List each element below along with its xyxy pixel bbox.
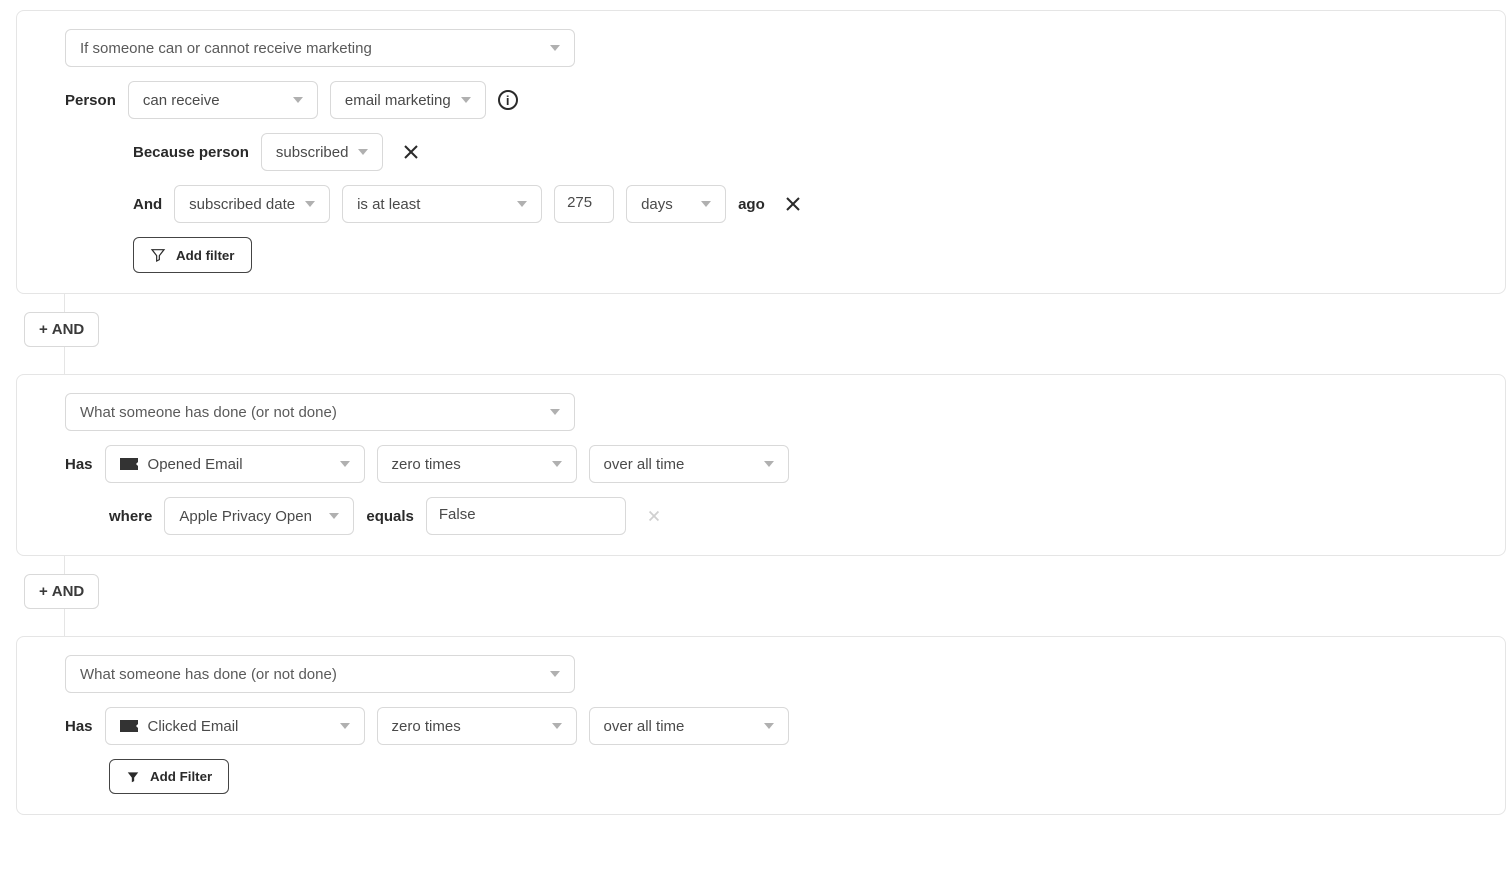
condition-type-select[interactable]: If someone can or cannot receive marketi… xyxy=(65,29,575,67)
condition-type-value: What someone has done (or not done) xyxy=(80,666,540,683)
close-icon xyxy=(646,508,662,524)
event-value: Opened Email xyxy=(148,456,330,473)
comparator-select[interactable]: is at least xyxy=(342,185,542,223)
chevron-down-icon xyxy=(701,201,711,207)
info-icon[interactable] xyxy=(498,90,518,110)
chevron-down-icon xyxy=(293,97,303,103)
connector-1: +AND xyxy=(24,294,1506,374)
condition-block-3: What someone has done (or not done) Has … xyxy=(16,636,1506,815)
count-value: zero times xyxy=(392,456,542,473)
because-select[interactable]: subscribed xyxy=(261,133,384,171)
chevron-down-icon xyxy=(552,723,562,729)
chevron-down-icon xyxy=(358,149,368,155)
has-label: Has xyxy=(65,456,93,473)
number-input[interactable]: 275 xyxy=(554,185,614,223)
because-value: subscribed xyxy=(276,144,349,161)
remove-date-filter-button[interactable] xyxy=(777,188,809,220)
chevron-down-icon xyxy=(764,461,774,467)
count-value: zero times xyxy=(392,718,542,735)
chevron-down-icon xyxy=(550,409,560,415)
match-value-input[interactable]: False xyxy=(426,497,626,535)
person-label: Person xyxy=(65,92,116,109)
and-text: AND xyxy=(52,321,85,338)
ago-label: ago xyxy=(738,196,765,213)
can-receive-select[interactable]: can receive xyxy=(128,81,318,119)
plus-icon: + xyxy=(39,583,48,600)
flag-icon xyxy=(120,458,138,470)
chevron-down-icon xyxy=(764,723,774,729)
close-icon xyxy=(784,195,802,213)
timerange-select[interactable]: over all time xyxy=(589,707,789,745)
chevron-down-icon xyxy=(461,97,471,103)
chevron-down-icon xyxy=(550,45,560,51)
timerange-select[interactable]: over all time xyxy=(589,445,789,483)
comparator-value: is at least xyxy=(357,196,507,213)
filter-icon xyxy=(150,247,166,263)
chevron-down-icon xyxy=(340,461,350,467)
channel-select[interactable]: email marketing xyxy=(330,81,486,119)
chevron-down-icon xyxy=(550,671,560,677)
date-field-value: subscribed date xyxy=(189,196,295,213)
remove-where-button[interactable] xyxy=(638,500,670,532)
and-label: And xyxy=(133,196,162,213)
equals-label: equals xyxy=(366,508,414,525)
match-value: False xyxy=(439,506,476,523)
remove-because-button[interactable] xyxy=(395,136,427,168)
count-select[interactable]: zero times xyxy=(377,445,577,483)
chevron-down-icon xyxy=(517,201,527,207)
has-label: Has xyxy=(65,718,93,735)
timerange-value: over all time xyxy=(604,718,754,735)
chevron-down-icon xyxy=(552,461,562,467)
property-select[interactable]: Apple Privacy Open xyxy=(164,497,354,535)
chevron-down-icon xyxy=(305,201,315,207)
chevron-down-icon xyxy=(329,513,339,519)
and-connector-button[interactable]: +AND xyxy=(24,574,99,609)
condition-block-1: If someone can or cannot receive marketi… xyxy=(16,10,1506,294)
unit-select[interactable]: days xyxy=(626,185,726,223)
and-text: AND xyxy=(52,583,85,600)
connector-2: +AND xyxy=(24,556,1506,636)
condition-block-2: What someone has done (or not done) Has … xyxy=(16,374,1506,556)
event-select[interactable]: Clicked Email xyxy=(105,707,365,745)
number-value: 275 xyxy=(567,194,592,211)
add-filter-button[interactable]: Add filter xyxy=(133,237,252,273)
and-connector-button[interactable]: +AND xyxy=(24,312,99,347)
channel-value: email marketing xyxy=(345,92,451,109)
condition-type-select[interactable]: What someone has done (or not done) xyxy=(65,655,575,693)
close-icon xyxy=(402,143,420,161)
timerange-value: over all time xyxy=(604,456,754,473)
can-receive-value: can receive xyxy=(143,92,283,109)
flag-icon xyxy=(120,720,138,732)
event-select[interactable]: Opened Email xyxy=(105,445,365,483)
because-person-label: Because person xyxy=(133,144,249,161)
plus-icon: + xyxy=(39,321,48,338)
property-value: Apple Privacy Open xyxy=(179,508,319,525)
condition-type-select[interactable]: What someone has done (or not done) xyxy=(65,393,575,431)
count-select[interactable]: zero times xyxy=(377,707,577,745)
condition-type-value: What someone has done (or not done) xyxy=(80,404,540,421)
condition-type-value: If someone can or cannot receive marketi… xyxy=(80,40,540,57)
chevron-down-icon xyxy=(340,723,350,729)
add-filter-label: Add Filter xyxy=(150,769,212,784)
filter-icon xyxy=(126,770,140,784)
date-field-select[interactable]: subscribed date xyxy=(174,185,330,223)
add-filter-label: Add filter xyxy=(176,248,235,263)
unit-value: days xyxy=(641,196,691,213)
add-filter-button[interactable]: Add Filter xyxy=(109,759,229,794)
event-value: Clicked Email xyxy=(148,718,330,735)
where-label: where xyxy=(109,508,152,525)
